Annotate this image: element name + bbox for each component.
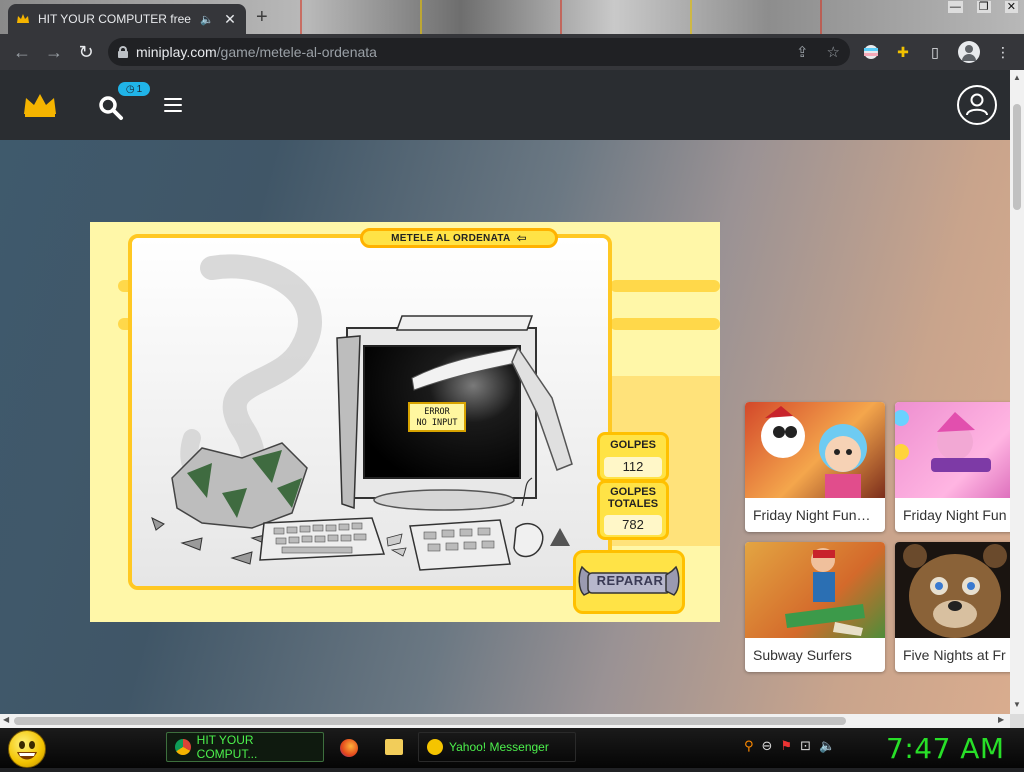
new-tab-button[interactable]: + [256, 7, 268, 27]
reload-icon[interactable]: ↻ [70, 36, 102, 68]
flag-extension-icon[interactable] [862, 43, 880, 61]
search-icon[interactable] [98, 95, 124, 121]
tab-close-button[interactable]: ✕ [222, 11, 238, 28]
golpes-totales-counter: GOLPES TOTALES 782 [597, 480, 669, 540]
repair-button[interactable]: REPARAR [573, 550, 685, 614]
start-smiley-icon[interactable] [8, 730, 46, 768]
crown-logo-icon[interactable] [22, 92, 58, 118]
minimize-button[interactable]: — [947, 1, 963, 13]
game-frame[interactable]: ERROR NO INPUT METELE AL ORDENATA ⇦ GOLP… [90, 222, 720, 622]
background-scribble [560, 0, 562, 34]
os-taskbar: HIT YOUR COMPUT... Yahoo! Messenger ⚲ ⊖ … [0, 728, 1024, 768]
game-card-title: Friday Night Fun [903, 507, 1007, 523]
browser-toolbar: ← → ↻ miniplay.com/game/metele-al-ordena… [0, 34, 1024, 70]
background-scribble [690, 0, 692, 34]
game-card-title: Friday Night Fun… [753, 507, 871, 523]
taskbar-yahoo-button[interactable]: Yahoo! Messenger [418, 732, 576, 762]
url-path: /game/metele-al-ordenata [216, 44, 377, 60]
golpes-label: GOLPES [610, 439, 656, 451]
yahoo-smiley-icon [427, 739, 443, 755]
crown-favicon-icon [16, 12, 30, 26]
share-icon[interactable]: ⇪ [796, 43, 809, 61]
back-arrow-icon[interactable]: ← [6, 36, 38, 68]
scroll-right-arrow-icon[interactable]: ▶ [998, 715, 1004, 724]
browser-tab-active[interactable]: HIT YOUR COMPUTER free o 🔈 ✕ [8, 4, 246, 34]
vertical-scrollbar[interactable]: ▲ ▼ [1010, 70, 1024, 714]
scroll-up-arrow-icon[interactable]: ▲ [1013, 73, 1021, 82]
decor-stripe [610, 280, 720, 292]
volume-icon[interactable]: 🔈 [819, 738, 835, 754]
restore-button[interactable]: ❐ [976, 1, 991, 13]
taskbar-clock[interactable]: 7:47 AM [886, 732, 1005, 765]
scrollbar-corner [1010, 714, 1024, 728]
golpes-value: 112 [604, 457, 662, 477]
forward-arrow-icon[interactable]: → [38, 36, 70, 68]
flag-icon[interactable]: ⚑ [780, 738, 792, 754]
game-card-title: Subway Surfers [753, 647, 852, 663]
taskbar-chrome-label: HIT YOUR COMPUT... [196, 733, 258, 761]
clock-icon: ◷ [125, 83, 135, 95]
profile-avatar-icon[interactable] [958, 41, 980, 63]
game-thumbnail [745, 402, 885, 498]
folder-icon[interactable] [385, 739, 403, 755]
golpes-totales-label-line1: GOLPES [610, 486, 656, 498]
tab-title: HIT YOUR COMPUTER free o [38, 12, 193, 26]
background-scribble [300, 0, 302, 34]
bookmark-star-icon[interactable]: ☆ [827, 43, 840, 61]
minus-circle-icon[interactable]: ⊖ [762, 738, 773, 754]
kebab-menu-icon[interactable]: ⋮ [994, 43, 1012, 61]
page-viewport: ◷ 1 ERROR NO INPUT METELE AL ORDENATA ⇦ … [0, 70, 1010, 714]
site-header: ◷ 1 [0, 70, 1010, 140]
golpes-totales-label-line2: TOTALES [607, 498, 659, 510]
repair-label: REPARAR [596, 573, 664, 588]
game-card[interactable]: Friday Night Fun [895, 402, 1010, 532]
firefox-icon[interactable] [340, 739, 358, 757]
decor-stripe [610, 318, 720, 330]
background-scribble [420, 0, 422, 34]
side-panel-icon[interactable]: ▯ [926, 43, 944, 61]
horizontal-scroll-thumb[interactable] [14, 717, 846, 725]
screen-text-line2: NO INPUT [416, 418, 458, 428]
game-thumbnail [895, 402, 1010, 498]
error-screen-message: ERROR NO INPUT [408, 402, 466, 432]
game-card[interactable]: Subway Surfers [745, 542, 885, 672]
game-card[interactable]: Five Nights at Fr [895, 542, 1010, 672]
url-text: miniplay.com/game/metele-al-ordenata [136, 44, 377, 60]
golpes-counter: GOLPES 112 [597, 432, 669, 482]
screen-text-line1: ERROR [424, 407, 450, 417]
address-bar[interactable]: miniplay.com/game/metele-al-ordenata ⇪ ☆ [108, 38, 850, 66]
network-icon[interactable]: ⊡ [800, 738, 811, 754]
history-count: 1 [136, 83, 143, 95]
chrome-icon [175, 739, 191, 755]
game-thumbnail [745, 542, 885, 638]
game-card-title: Five Nights at Fr [903, 647, 1006, 663]
horizontal-scrollbar[interactable]: ◀ ▶ [0, 714, 1010, 728]
hamburger-menu-icon[interactable] [164, 98, 182, 112]
browser-tab-strip: HIT YOUR COMPUTER free o 🔈 ✕ + — ❐ ✕ [0, 0, 1024, 34]
speaker-icon[interactable]: 🔈 [200, 13, 214, 26]
game-scene[interactable]: ERROR NO INPUT [128, 234, 612, 590]
background-scribble [820, 0, 822, 34]
search-icon[interactable]: ⚲ [744, 738, 754, 754]
game-card[interactable]: Friday Night Fun… [745, 402, 885, 532]
game-title: METELE AL ORDENATA [391, 232, 511, 244]
history-badge[interactable]: ◷ 1 [118, 82, 150, 96]
close-window-button[interactable]: ✕ [1004, 1, 1018, 13]
taskbar-chrome-button[interactable]: HIT YOUR COMPUT... [166, 732, 324, 762]
system-tray: ⚲ ⊖ ⚑ ⊡ 🔈 [744, 738, 835, 754]
scroll-down-arrow-icon[interactable]: ▼ [1013, 700, 1021, 709]
window-controls: — ❐ ✕ [947, 0, 1018, 14]
lock-icon[interactable] [118, 46, 128, 58]
game-title-bar: METELE AL ORDENATA ⇦ [360, 228, 558, 248]
user-account-icon[interactable] [957, 85, 997, 125]
extensions-area: ✚ ▯ ⋮ [862, 38, 1012, 66]
scroll-left-arrow-icon[interactable]: ◀ [3, 715, 9, 724]
puzzle-extensions-icon[interactable]: ✚ [894, 43, 912, 61]
taskbar-yahoo-label: Yahoo! Messenger [449, 740, 549, 754]
game-thumbnail [895, 542, 1010, 638]
back-arrow-icon[interactable]: ⇦ [517, 231, 527, 245]
golpes-totales-value: 782 [604, 515, 662, 535]
url-host: miniplay.com [136, 44, 217, 60]
vertical-scroll-thumb[interactable] [1013, 104, 1021, 210]
